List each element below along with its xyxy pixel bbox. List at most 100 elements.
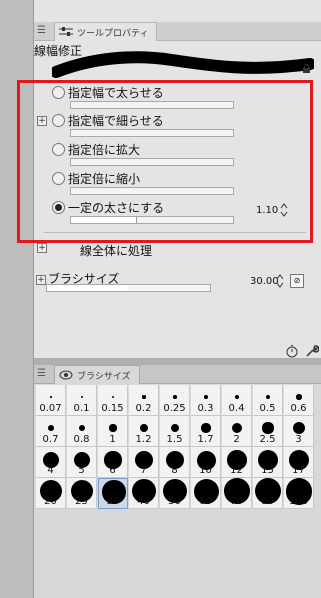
brush-size-cell[interactable]: 100 [284,478,314,509]
value-spinner-icon[interactable] [280,202,288,218]
brush-dot [170,423,180,433]
brush-size-cell[interactable]: 5 [67,447,97,478]
option-slider[interactable] [70,158,234,166]
section-divider [44,232,306,233]
brush-size-label: 0.6 [290,403,307,414]
option-radio[interactable] [52,143,65,156]
option-radio[interactable] [52,172,65,185]
tab-brush-size-label: ブラシサイズ [77,371,131,382]
brush-size-cell[interactable]: 0.5 [253,385,283,416]
tool-property-panel: ☰ ツールプロパティ 線幅修正 指定幅で太らせる + 指定幅で細らせる 指定倍に拡大指… [34,0,321,358]
brush-size-cell[interactable]: 60 [191,478,221,509]
brush-size-cell[interactable]: 0.3 [191,385,221,416]
option-value[interactable]: 1.10 [256,205,278,216]
brush-size-cell[interactable]: 40 [129,478,159,509]
brush-size-cell[interactable]: 80 [253,478,283,509]
brush-size-label: 0.8 [73,434,90,445]
brush-size-label: 0.15 [101,403,124,414]
brush-size-label: 0.25 [163,403,186,414]
brush-size-label: 80 [261,496,274,507]
brush-size-cell[interactable]: 70 [222,478,252,509]
expand-brush-size-icon[interactable]: + [36,275,46,285]
brush-size-label: 5 [78,465,85,476]
brush-dot [109,424,117,432]
option-label: 指定幅で太らせる [68,86,164,100]
brush-size-cell[interactable]: 0.8 [67,416,97,447]
brush-size-cell[interactable]: 25 [67,478,97,509]
brush-size-cell[interactable]: 0.4 [222,385,252,416]
brush-size-value[interactable]: 30.00 [250,276,279,287]
option-slider[interactable] [70,216,234,224]
option-label: 指定倍に縮小 [68,172,141,186]
brush-size-cell[interactable]: 0.1 [67,385,97,416]
brush-dot [78,424,86,432]
brush-dot [48,425,54,431]
brush-size-label: 0.07 [39,403,62,414]
expand-partial-icon[interactable]: + [37,243,47,253]
option-label: 指定倍に拡大 [68,143,141,157]
option-radio[interactable] [52,201,65,214]
brush-size-cell[interactable]: 10 [191,447,221,478]
brush-size-cell[interactable]: 30 [98,478,128,509]
brush-size-label: 1 [109,434,116,445]
brush-size-cell[interactable]: 15 [253,447,283,478]
brush-size-label: 70 [230,496,243,507]
option-row: + 指定幅で細らせる [37,114,318,144]
option-slider[interactable] [70,129,234,137]
expand-option-icon[interactable]: + [37,116,47,126]
brush-size-cell[interactable]: 20 [36,478,66,509]
panel-menu-icon[interactable]: ☰ [37,368,47,380]
brush-size-cell[interactable]: 2.5 [253,416,283,447]
brush-dot [140,424,148,432]
brush-size-cell[interactable]: 1.2 [129,416,159,447]
brush-size-label: 2.5 [259,434,276,445]
sliders-icon [59,27,73,36]
option-row: 指定倍に縮小 [48,172,318,202]
brush-size-cell[interactable]: 4 [36,447,66,478]
option-radio[interactable] [52,86,65,99]
timer-icon[interactable] [285,344,299,358]
brush-dot [201,423,211,433]
brush-size-label: 40 [137,496,150,507]
brush-size-cell[interactable]: 8 [160,447,190,478]
brush-size-settings-button[interactable]: ⊘ [290,274,304,288]
lock-icon[interactable] [302,64,311,73]
option-slider[interactable] [70,187,234,195]
brush-size-cell[interactable]: 0.2 [129,385,159,416]
brush-size-cell[interactable]: 0.07 [36,385,66,416]
brush-size-label: 20 [44,496,57,507]
tab-tool-property-label: ツールプロパティ [77,28,149,39]
option-row: 一定の太さにする 1.10 [48,201,318,231]
option-radio[interactable] [52,114,65,127]
brush-size-label: 0.3 [197,403,214,414]
brush-size-cell[interactable]: 1.7 [191,416,221,447]
brush-dot [111,395,115,399]
brush-size-row: + ブラシサイズ 30.00 ⊘ [36,272,316,296]
brush-size-cell[interactable]: 6 [98,447,128,478]
brush-size-cell[interactable]: 0.6 [284,385,314,416]
brush-size-cell[interactable]: 12 [222,447,252,478]
wrench-icon[interactable] [305,344,319,358]
brush-size-spinner-icon[interactable] [276,273,284,289]
brush-size-cell[interactable]: 3 [284,416,314,447]
brush-size-cell[interactable]: 0.15 [98,385,128,416]
panel-menu-icon[interactable]: ☰ [37,25,47,37]
brush-size-cell[interactable]: 0.7 [36,416,66,447]
brush-size-cell[interactable]: 1 [98,416,128,447]
brush-size-slider[interactable] [46,284,211,292]
brush-dot [296,394,302,400]
brush-dot [234,394,240,400]
brush-size-cell[interactable]: 50 [160,478,190,509]
tab-brush-size[interactable]: ブラシサイズ [54,365,140,384]
brush-size-label: 17 [292,465,305,476]
option-slider[interactable] [70,101,234,109]
option-slider-fill [71,217,137,223]
brush-size-cell[interactable]: 0.25 [160,385,190,416]
brush-size-cell[interactable]: 7 [129,447,159,478]
tab-tool-property[interactable]: ツールプロパティ [54,22,158,41]
brush-size-cell[interactable]: 17 [284,447,314,478]
tool-property-tabbar: ☰ ツールプロパティ [34,22,321,41]
brush-size-cell[interactable]: 2 [222,416,252,447]
brush-dot [142,395,146,399]
brush-size-cell[interactable]: 1.5 [160,416,190,447]
